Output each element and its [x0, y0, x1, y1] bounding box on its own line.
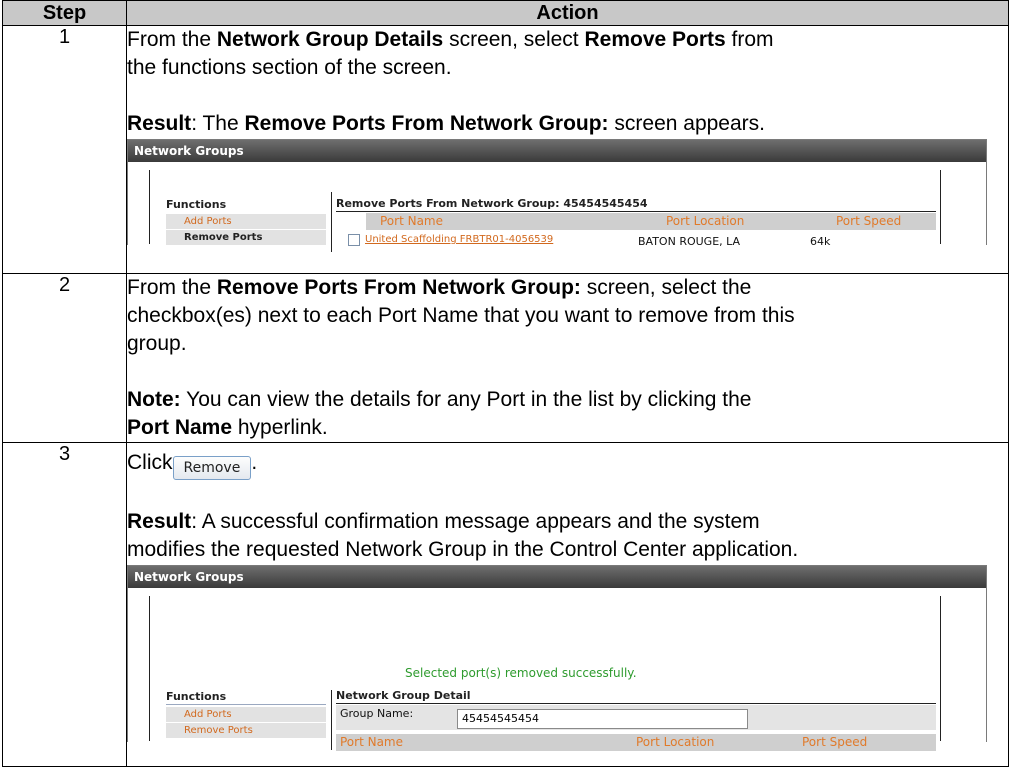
remove-button[interactable]: Remove: [172, 456, 252, 480]
port-table-header: Port Name Port Location Port Speed: [336, 734, 936, 751]
add-ports-link[interactable]: Add Ports: [166, 706, 326, 722]
result-line: modifies the requested Network Group in …: [127, 538, 799, 561]
add-ports-link[interactable]: Add Ports: [166, 213, 326, 229]
instruction-line: the functions section of the screen.: [127, 56, 452, 79]
instruction-line: From the Network Group Details screen, s…: [127, 28, 774, 51]
step-row: 3 Click Remove. Result: A successful conf…: [2, 442, 1009, 767]
step-number: 1: [2, 25, 127, 274]
step-action: From the Remove Ports From Network Group…: [126, 273, 1009, 443]
panel-title: Network Groups: [128, 566, 986, 588]
step-action: Click Remove. Result: A successful confir…: [126, 442, 1009, 767]
port-name-link[interactable]: United Scaffolding FRBTR01-4056539: [365, 234, 553, 245]
remove-ports-link[interactable]: Remove Ports: [166, 722, 326, 738]
result-line: Result: The Remove Ports From Network Gr…: [127, 112, 766, 135]
step-row: 2 From the Remove Ports From Network Gro…: [2, 273, 1009, 443]
section-title: Network Group Detail: [336, 689, 471, 702]
step-action: From the Network Group Details screen, s…: [126, 25, 1009, 274]
group-name-input[interactable]: 45454545454: [457, 709, 748, 729]
column-port-speed[interactable]: Port Speed: [836, 213, 901, 230]
port-speed: 64k: [810, 235, 831, 248]
step-number: 2: [2, 273, 127, 443]
instruction-line: checkbox(es) next to each Port Name that…: [127, 304, 795, 327]
instruction-line: group.: [127, 332, 187, 355]
instruction-line: From the Remove Ports From Network Group…: [127, 276, 752, 299]
panel-title: Network Groups: [128, 140, 986, 162]
procedure-table: Step Action 1 From the Network Group Det…: [2, 0, 1009, 767]
port-checkbox[interactable]: [348, 234, 360, 246]
column-port-location[interactable]: Port Location: [636, 734, 714, 751]
group-name-label: Group Name:: [340, 707, 414, 720]
step-row: 1 From the Network Group Details screen,…: [2, 25, 1009, 274]
functions-title: Functions: [166, 198, 227, 211]
note-line: Port Name hyperlink.: [127, 416, 328, 439]
result-line: Result: A successful confirmation messag…: [127, 510, 760, 533]
action-header: Action: [126, 0, 1009, 26]
column-port-location[interactable]: Port Location: [666, 213, 744, 230]
column-port-name[interactable]: Port Name: [340, 734, 403, 751]
network-groups-screenshot: Network Groups Functions Add Ports Remov…: [127, 139, 987, 252]
remove-ports-link[interactable]: Remove Ports: [166, 229, 326, 245]
section-title: Remove Ports From Network Group: 4545454…: [336, 197, 648, 210]
column-port-name[interactable]: Port Name: [380, 213, 443, 230]
column-port-speed[interactable]: Port Speed: [802, 734, 867, 751]
step-number: 3: [2, 442, 127, 767]
note-line: Note: You can view the details for any P…: [127, 388, 752, 411]
step-header: Step: [2, 0, 127, 26]
header-row: Step Action: [2, 0, 1009, 26]
success-message: Selected port(s) removed successfully.: [405, 666, 637, 680]
functions-title: Functions: [166, 690, 227, 703]
port-table-header: Port Name Port Location Port Speed: [366, 213, 936, 230]
instruction-line: Click Remove.: [128, 444, 1008, 480]
port-location: BATON ROUGE, LA: [638, 235, 741, 248]
network-groups-screenshot: Network Groups Selected port(s) removed …: [127, 565, 987, 751]
